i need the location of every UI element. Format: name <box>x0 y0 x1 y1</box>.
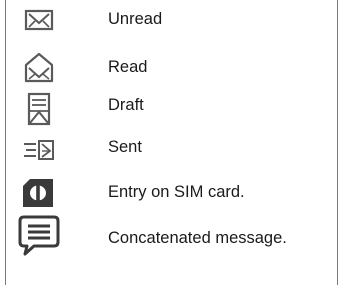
legend-label: Sent <box>108 138 142 156</box>
envelope-open-icon <box>24 52 54 83</box>
message-icon-legend: Unread Read Draft Sent Entry on SIM card… <box>5 0 338 285</box>
legend-row-draft: Draft <box>5 88 325 128</box>
legend-row-unread: Unread <box>5 0 325 40</box>
legend-label: Draft <box>108 96 144 114</box>
legend-label: Unread <box>108 10 163 28</box>
envelope-closed-icon <box>24 9 54 31</box>
legend-row-read: Read <box>5 46 325 86</box>
legend-row-sent: Sent <box>5 130 325 170</box>
legend-label: Read <box>108 58 148 76</box>
legend-label: Concatenated message. <box>108 229 287 247</box>
speech-bubble-icon <box>18 215 60 256</box>
legend-row-sim: Entry on SIM card. <box>5 173 325 213</box>
sim-card-icon <box>23 179 53 207</box>
legend-row-concatenated: Concatenated message. <box>5 209 325 256</box>
sent-message-icon <box>24 140 54 160</box>
right-rule <box>337 0 338 285</box>
legend-label: Entry on SIM card. <box>108 183 245 201</box>
draft-document-icon <box>27 92 51 126</box>
